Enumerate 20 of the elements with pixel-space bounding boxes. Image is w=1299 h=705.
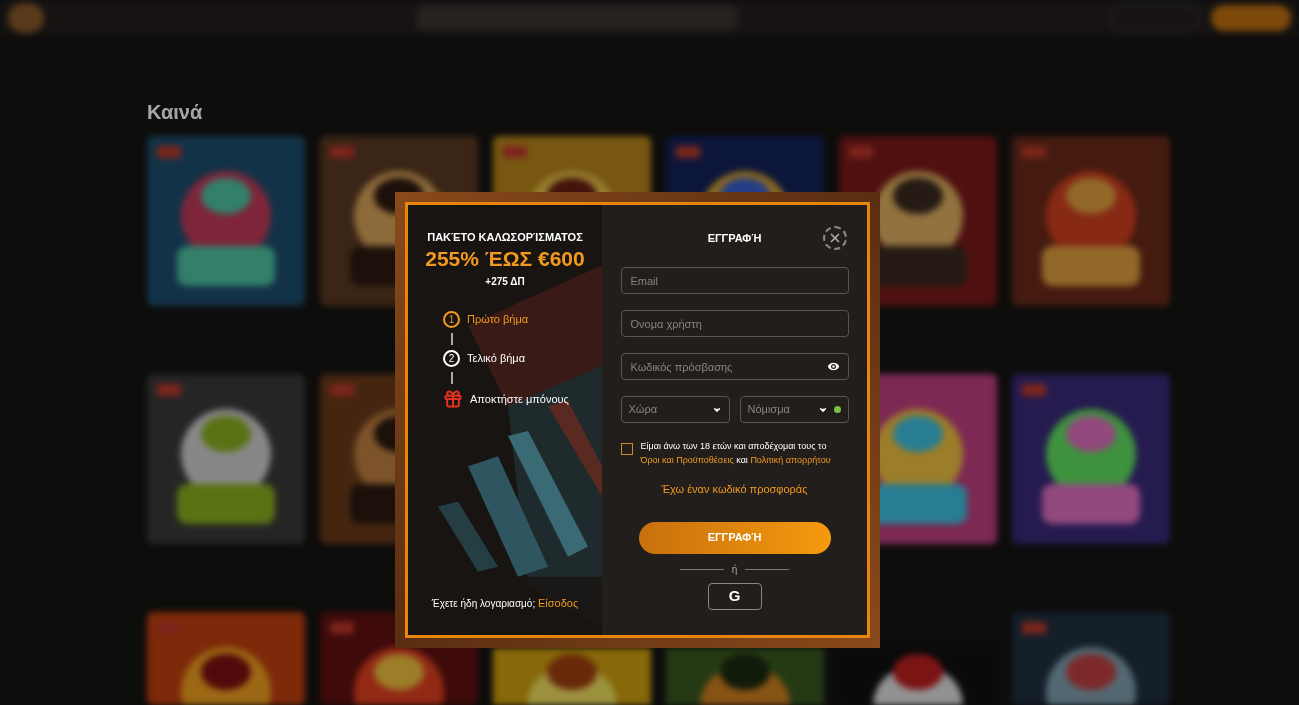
eye-icon[interactable] [825,359,841,374]
consent-checkbox[interactable] [620,443,633,455]
section-heading: Καινά [147,100,204,125]
close-icon [828,231,842,245]
select-placeholder: Χώρα [628,402,659,418]
select-field[interactable]: Χώρα [620,396,730,423]
consent-text: Είμαι άνω των 18 ετών και αποδέχομαι τους το Όροι και Προϋποθέσεις και Πολιτική απορρήτου [640,440,832,467]
google-button[interactable]: G [707,582,762,610]
input-field[interactable]: Όνομα χρήστη [620,310,849,337]
form-title: ΕΓΓΡΑΦΉ [707,230,762,246]
password-field[interactable]: Κωδικός πρόσβασης [620,353,849,380]
logo-icon [8,3,44,33]
input-field[interactable]: Email [620,267,849,294]
terms-link[interactable]: Όροι και Προϋποθέσεις [640,455,734,465]
promo-code-link[interactable]: Έχω έναν κωδικό προσφοράς [661,481,808,498]
or-divider-text: ή [731,562,738,577]
close-button[interactable] [823,226,847,250]
privacy-link[interactable]: Πολιτική απορρήτου [750,455,831,465]
select-placeholder: Νόμισμα [747,402,791,418]
select-field[interactable]: Νόμισμα [739,396,849,423]
